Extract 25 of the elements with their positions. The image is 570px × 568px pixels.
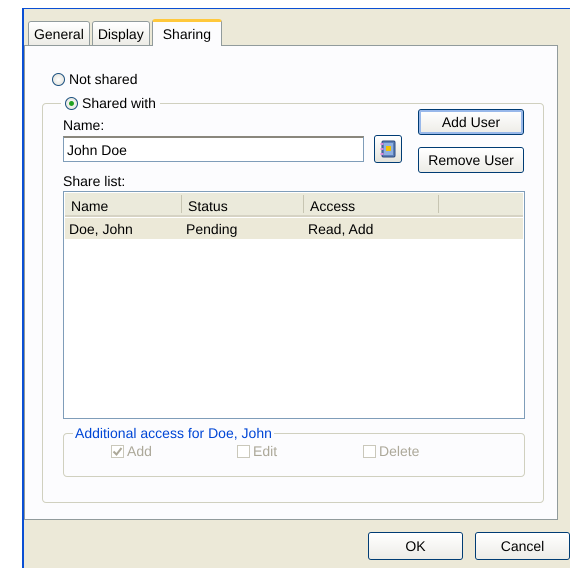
book-icon xyxy=(380,140,396,158)
list-row[interactable]: Doe, John Pending Read, Add xyxy=(65,218,523,239)
name-field[interactable]: John Doe xyxy=(63,136,364,162)
tab[interactable]: General xyxy=(28,21,90,45)
radio-label[interactable]: Not shared xyxy=(69,71,138,87)
column-header[interactable]: Access xyxy=(304,195,439,213)
user-button[interactable]: Add User xyxy=(418,109,524,135)
share-list-label: Share list: xyxy=(63,173,126,189)
name-label: Name: xyxy=(63,117,106,133)
tab[interactable]: Sharing xyxy=(152,19,222,46)
dialog-button[interactable]: Cancel xyxy=(475,532,570,560)
dialog-button[interactable]: OK xyxy=(368,532,463,560)
column-header[interactable]: Status xyxy=(182,195,304,213)
radio-button[interactable] xyxy=(52,72,65,86)
address-book-button[interactable] xyxy=(374,135,402,163)
list-cell-text: Read, Add xyxy=(307,220,374,236)
tab[interactable]: Display xyxy=(92,21,150,45)
group-title: Additional access for Doe, John xyxy=(74,425,273,441)
user-button[interactable]: Remove User xyxy=(418,147,524,173)
list-cell-text: Doe, John xyxy=(68,220,134,236)
list-cell-text: Pending xyxy=(185,220,238,236)
radio-label[interactable]: Shared with xyxy=(82,95,156,111)
check-icon xyxy=(112,446,123,456)
column-header[interactable]: Name xyxy=(65,195,182,213)
radio-button[interactable] xyxy=(65,96,78,110)
